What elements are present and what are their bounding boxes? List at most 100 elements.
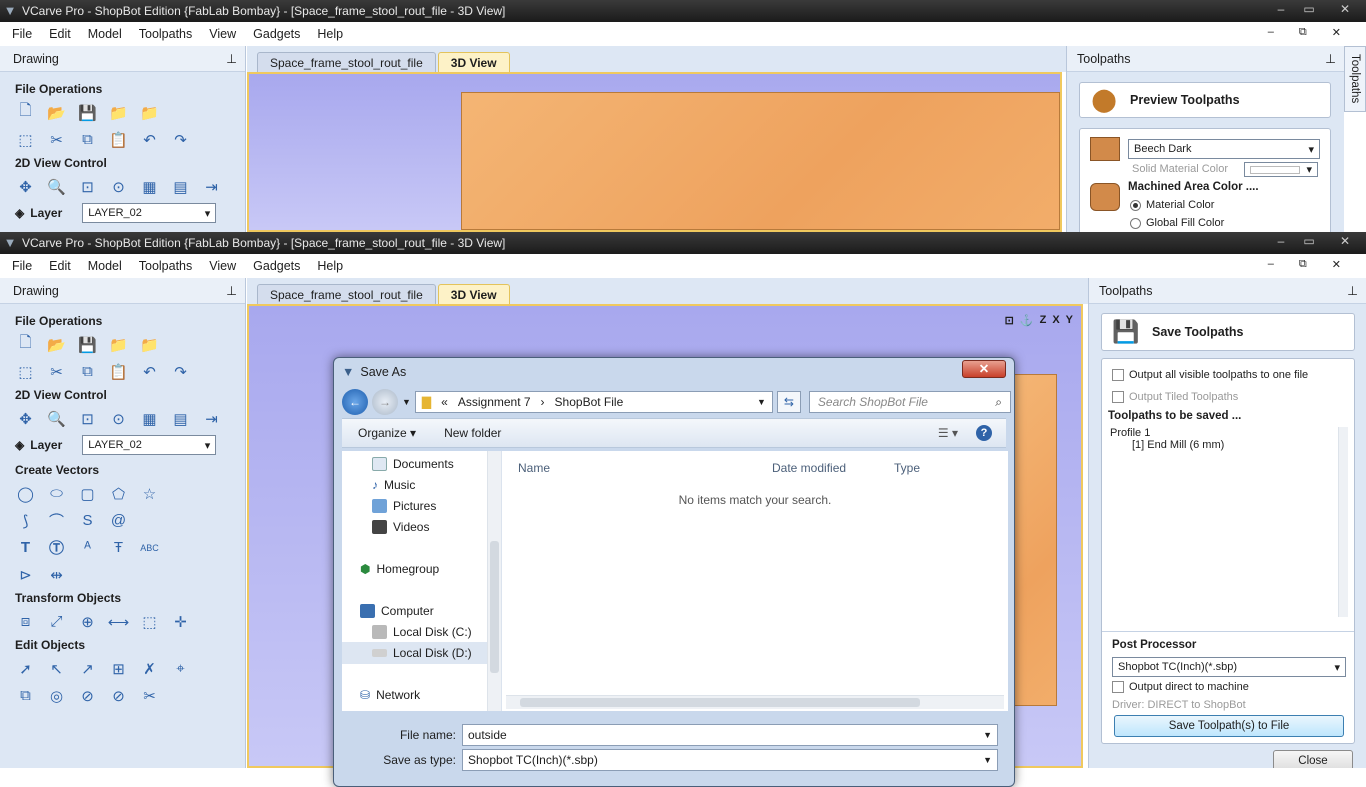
menu-edit[interactable]: Edit	[49, 27, 71, 41]
layer-select[interactable]: LAYER_02 ▾	[82, 435, 217, 455]
back-button[interactable]: ←	[342, 389, 368, 415]
breadcrumb-assignment[interactable]: Assignment 7	[458, 395, 531, 409]
col-type[interactable]: Type	[894, 461, 920, 475]
copy-icon[interactable]: ⧉	[77, 129, 98, 150]
preview-toolpaths-button[interactable]: ⬤ Preview Toolpaths	[1079, 82, 1331, 118]
global-fill-radio[interactable]	[1130, 217, 1141, 229]
tab-2d-file[interactable]: Space_frame_stool_rout_file	[257, 52, 436, 72]
view-options-icon[interactable]: ☰ ▾	[938, 426, 958, 440]
mirror-icon[interactable]: ⟷	[108, 611, 130, 632]
new-file-icon[interactable]: 🗋	[15, 334, 36, 355]
address-dropdown-icon[interactable]: ▼	[757, 397, 772, 407]
menu-model[interactable]: Model	[88, 27, 122, 41]
zoom-extents-icon[interactable]: ⊡	[77, 408, 98, 429]
nav-videos[interactable]: Videos	[372, 520, 429, 534]
join-icon[interactable]: ⊘	[77, 685, 98, 706]
rectangle-icon[interactable]: ▢	[77, 483, 98, 504]
pin-icon[interactable]: ⊥	[226, 283, 237, 298]
text-path-icon[interactable]: ABC	[139, 537, 160, 558]
refresh-icon[interactable]: ⇆	[776, 391, 801, 413]
dialog-close-button[interactable]: ✕	[962, 360, 1006, 378]
iso-view-icon[interactable]: ⚓	[1020, 314, 1034, 327]
dimension-icon[interactable]: ⊳	[15, 564, 36, 585]
zoom-selection-icon[interactable]: ⊙	[108, 408, 129, 429]
list-item[interactable]: [1] End Mill (6 mm)	[1108, 439, 1348, 451]
import-icon[interactable]: 📁	[108, 102, 129, 123]
address-bar[interactable]: ▇ « Assignment 7 › ShopBot File ▼	[414, 391, 773, 413]
weld-icon[interactable]: ⧉	[15, 685, 36, 706]
import-bitmap-icon[interactable]: 📁	[139, 102, 160, 123]
paste-icon[interactable]: 📋	[108, 129, 129, 150]
organize-button[interactable]: Organize ▾	[358, 426, 416, 440]
output-all-checkbox[interactable]	[1112, 369, 1124, 381]
zoom-icon[interactable]: 🔍	[46, 408, 67, 429]
undo-icon[interactable]: ↶	[139, 129, 160, 150]
circle-icon[interactable]: ◯	[15, 483, 36, 504]
new-file-icon[interactable]: 🗋	[15, 102, 36, 123]
smooth-icon[interactable]: ⊘	[108, 685, 129, 706]
mdi-close-button[interactable]: ✕	[1332, 258, 1341, 271]
menu-help[interactable]: Help	[317, 27, 343, 41]
cut-icon[interactable]: ✂	[46, 361, 67, 382]
distort-icon[interactable]: ⬚	[139, 611, 160, 632]
view-export-icon[interactable]: ⇥	[201, 408, 222, 429]
col-date-modified[interactable]: Date modified	[772, 461, 846, 475]
file-name-input[interactable]: outside ▼	[462, 724, 998, 746]
star-icon[interactable]: ☆	[139, 483, 160, 504]
import-icon[interactable]: 📁	[108, 334, 129, 355]
nav-documents[interactable]: Documents	[372, 457, 454, 471]
scissors-icon[interactable]: ✂	[139, 685, 160, 706]
material-color-radio[interactable]	[1130, 199, 1141, 211]
measure-icon[interactable]: ⇹	[46, 564, 67, 585]
text-icon[interactable]: T	[15, 537, 36, 558]
save-icon[interactable]: 💾	[77, 102, 98, 123]
trim-icon[interactable]: ✗	[139, 658, 160, 679]
node-edit-icon[interactable]: ↖	[46, 658, 67, 679]
menu-model[interactable]: Model	[88, 259, 122, 273]
nav-computer[interactable]: Computer	[360, 604, 434, 618]
polyline-icon[interactable]: ⟆	[15, 510, 36, 531]
mdi-restore-button[interactable]: ⧉	[1299, 258, 1307, 271]
horizontal-scrollbar[interactable]	[506, 695, 1004, 709]
text-auto-icon[interactable]: Ŧ	[108, 537, 129, 558]
file-list[interactable]: Name Date modified Type No items match y…	[502, 451, 1008, 711]
ellipse-icon[interactable]: ⬭	[46, 483, 67, 504]
pin-icon[interactable]: ⊥	[1347, 283, 1358, 298]
menu-file[interactable]: File	[12, 259, 32, 273]
menu-edit[interactable]: Edit	[49, 259, 71, 273]
mdi-minimize-button[interactable]: –	[1268, 258, 1274, 271]
minimize-button[interactable]: –	[1268, 0, 1294, 18]
view-z-button[interactable]: Z	[1040, 314, 1047, 327]
undo-icon[interactable]: ↶	[139, 361, 160, 382]
close-panel-button[interactable]: Close	[1273, 750, 1353, 768]
center-icon[interactable]: ✛	[170, 611, 191, 632]
output-direct-checkbox[interactable]	[1112, 681, 1124, 693]
view-compare-icon[interactable]: ▦	[139, 176, 160, 197]
view-split-icon[interactable]: ▤	[170, 408, 191, 429]
nav-scrollbar[interactable]	[487, 451, 501, 711]
save-to-file-button[interactable]: Save Toolpath(s) to File	[1114, 715, 1344, 737]
post-processor-select[interactable]: Shopbot TC(Inch)(*.sbp) ▾	[1112, 657, 1346, 677]
list-scrollbar[interactable]	[1338, 427, 1348, 617]
view-y-button[interactable]: Y	[1066, 314, 1073, 327]
text-arc-icon[interactable]: ᴬ	[77, 537, 98, 558]
toolpath-list[interactable]: Profile 1 [1] End Mill (6 mm)	[1108, 427, 1348, 627]
layer-select[interactable]: LAYER_02 ▾	[82, 203, 217, 223]
menu-gadgets[interactable]: Gadgets	[253, 27, 300, 41]
nav-local-disk-d[interactable]: Local Disk (D:)	[342, 642, 492, 664]
redo-icon[interactable]: ↷	[170, 129, 191, 150]
spiral-icon[interactable]: @	[108, 510, 129, 531]
maximize-button[interactable]: ▭	[1296, 0, 1322, 18]
view-export-icon[interactable]: ⇥	[201, 176, 222, 197]
import-bitmap-icon[interactable]: 📁	[139, 334, 160, 355]
zoom-extents-icon[interactable]: ⊡	[77, 176, 98, 197]
view-split-icon[interactable]: ▤	[170, 176, 191, 197]
offset-icon[interactable]: ◎	[46, 685, 67, 706]
mdi-restore-button[interactable]: ⧉	[1299, 26, 1307, 39]
menu-file[interactable]: File	[12, 27, 32, 41]
spline-icon[interactable]: S	[77, 510, 98, 531]
zoom-selection-icon[interactable]: ⊙	[108, 176, 129, 197]
tab-3d-view[interactable]: 3D View	[437, 52, 510, 72]
fillet-icon[interactable]: ⌖	[170, 658, 191, 679]
maximize-button[interactable]: ▭	[1296, 232, 1322, 250]
